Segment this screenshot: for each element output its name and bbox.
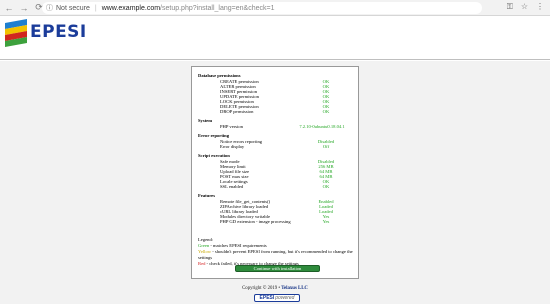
url-host: www.example.com: [101, 4, 161, 12]
check-row: PHP GD extension - image processing Yes: [220, 219, 352, 224]
powered-brand: EPESI: [259, 295, 275, 301]
footer-copyright: Copyright © 2019 • Telaxus LLC: [0, 286, 550, 291]
security-label: Not secure: [56, 4, 90, 12]
page-header: EPESI: [0, 16, 550, 60]
check-row: SSL enabled OK: [220, 184, 352, 189]
key-icon[interactable]: ⚿: [507, 2, 513, 12]
legend-yellow-text: - shouldn't prevent EPESI from running, …: [198, 249, 353, 260]
copyright-text: Copyright © 2019 •: [242, 286, 282, 291]
logo-text: EPESI: [30, 22, 87, 42]
url-path: /setup.php?install_lang=en&check=1: [160, 4, 275, 12]
check-value: Off: [322, 144, 330, 149]
address-bar[interactable]: ⓘ Not secure | www.example.com /setup.ph…: [42, 2, 482, 14]
check-label: PHP GD extension - image processing: [220, 219, 291, 224]
company-link[interactable]: Telaxus LLC: [281, 286, 308, 291]
check-value: OK: [322, 109, 330, 114]
powered-suffix: powered: [275, 295, 295, 301]
logo-cube-icon: [5, 19, 27, 47]
menu-icon[interactable]: ⋮: [536, 2, 544, 12]
legend-green-text: - matches EPESI requirements: [209, 243, 267, 248]
check-label: Error display: [220, 144, 245, 149]
legend: Legend: Green - matches EPESI requiremen…: [198, 237, 358, 267]
section-title: Error reporting: [198, 133, 230, 138]
epesi-powered-badge[interactable]: EPESI powered: [254, 294, 300, 302]
back-icon[interactable]: ←: [3, 2, 15, 14]
check-label: SSL enabled: [220, 184, 244, 189]
section-title: Database permissions: [198, 73, 241, 78]
legend-green-word: Green: [198, 243, 210, 248]
continue-installation-button[interactable]: Continue with installation: [235, 265, 320, 272]
section-title: Script execution: [198, 153, 230, 158]
check-label: DROP permission: [220, 109, 254, 114]
check-row: PHP version 7.2.10-0ubuntu0.18.04.1: [220, 124, 352, 129]
forward-icon[interactable]: →: [18, 2, 30, 14]
legend-yellow-word: Yellow: [198, 249, 212, 254]
check-value: Yes: [322, 219, 330, 224]
epesi-logo: EPESI: [5, 19, 87, 47]
requirements-panel: Database permissions CREATE permission OK…: [191, 66, 359, 279]
star-icon[interactable]: ☆: [521, 2, 528, 12]
section-title: Features: [198, 193, 216, 198]
check-row: Error display Off: [220, 144, 352, 149]
address-separator: |: [94, 4, 97, 12]
check-label: PHP version: [220, 124, 243, 129]
check-row: DROP permission OK: [220, 109, 352, 114]
info-icon[interactable]: ⓘ: [46, 3, 53, 13]
legend-yellow: Yellow - shouldn't prevent EPESI from ru…: [198, 249, 358, 261]
section-title: System: [198, 118, 213, 123]
check-value: 7.2.10-0ubuntu0.18.04.1: [299, 124, 345, 129]
browser-toolbar: ← → ⟳ ⓘ Not secure | www.example.com /se…: [0, 0, 550, 16]
check-value: OK: [322, 184, 330, 189]
